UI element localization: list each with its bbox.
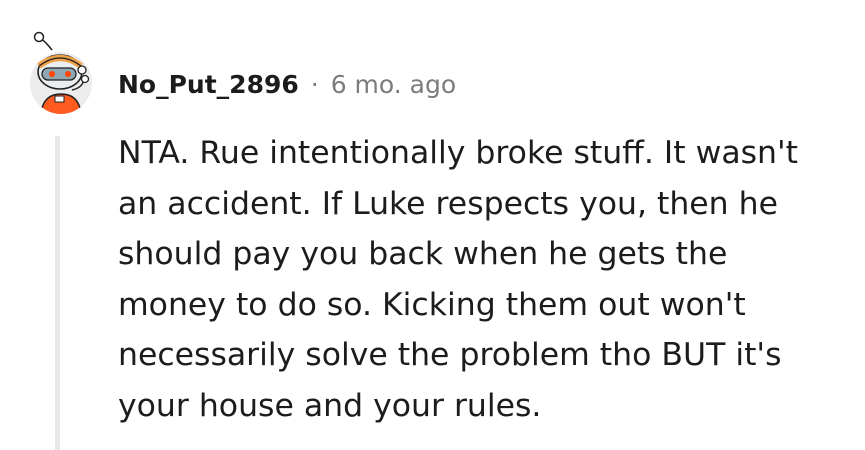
comment-timestamp[interactable]: 6 mo. ago: [331, 70, 456, 99]
user-avatar[interactable]: [24, 28, 98, 114]
comment-body-line: necessarily solve the problem tho BUT it…: [118, 337, 782, 373]
comment-body-line: money to do so. Kicking them out won't: [118, 286, 746, 323]
comment-body-line: should pay you back when he gets the: [118, 236, 728, 272]
comment-meta: No_Put_2896 · 6 mo. ago: [118, 64, 456, 104]
meta-separator: ·: [310, 69, 319, 99]
comment-body-line: your house and your rules.: [118, 387, 542, 424]
comment-body: NTA. Rue intentionally broke stuff. It w…: [118, 128, 853, 431]
comment-author[interactable]: No_Put_2896: [118, 70, 299, 99]
snoo-avatar-icon: [30, 31, 92, 114]
comment-body-line: NTA. Rue intentionally broke stuff. It w…: [118, 135, 799, 171]
comment-body-line: an accident. If Luke respects you, then …: [118, 185, 778, 222]
thread-line[interactable]: [55, 136, 60, 450]
